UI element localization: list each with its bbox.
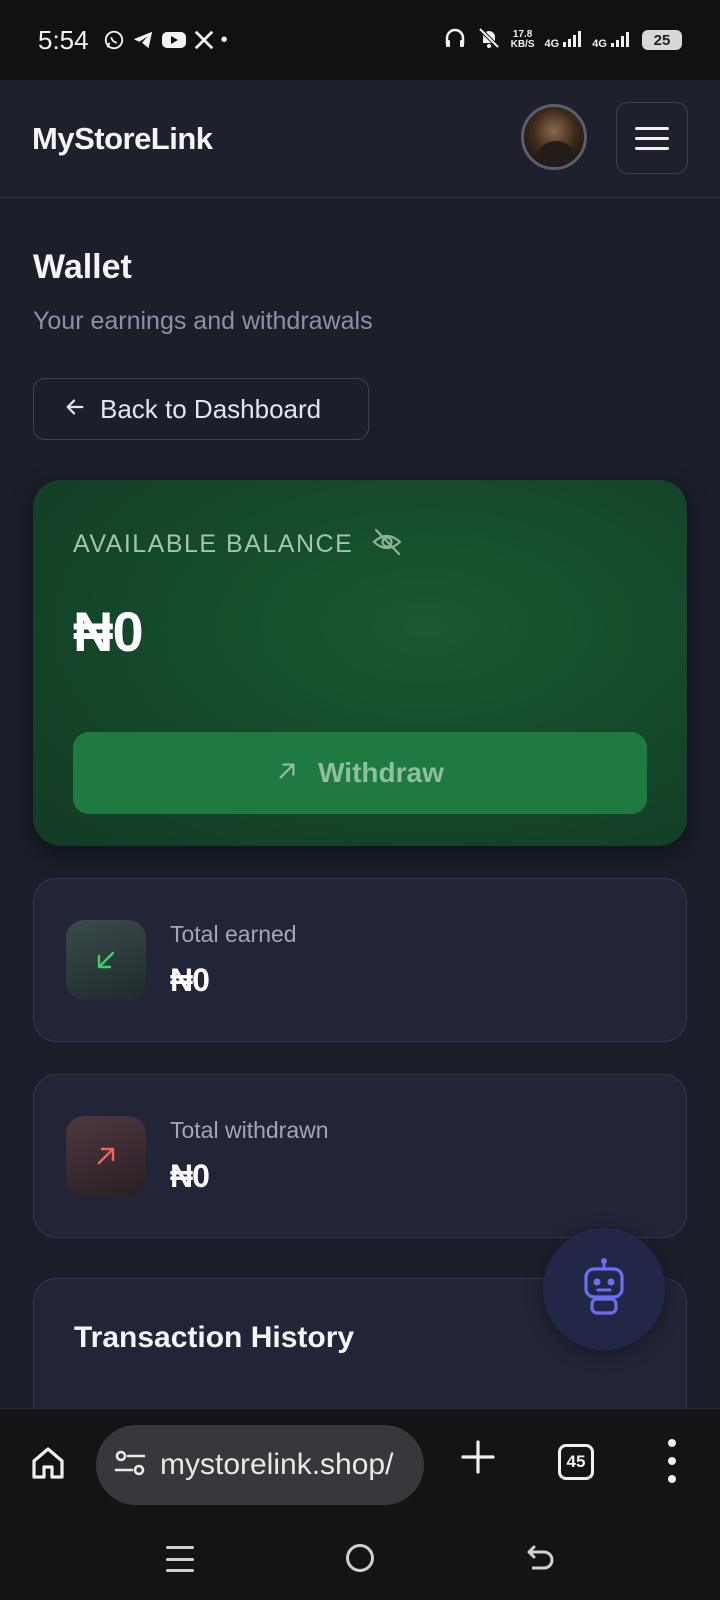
browser-toolbar: mystorelink.shop/ 45: [0, 1408, 720, 1516]
home-icon[interactable]: [28, 1443, 68, 1483]
hamburger-line: [635, 136, 669, 140]
more-dot: [668, 1439, 676, 1447]
assistant-button[interactable]: [543, 1228, 665, 1350]
balance-card: AVAILABLE BALANCE ₦0 Withdraw: [33, 480, 687, 846]
url-text: mystorelink.shop/: [160, 1448, 394, 1481]
status-right: 17.8 KB/S 4G 4G 25: [443, 26, 682, 55]
site-settings-icon[interactable]: [114, 1449, 146, 1482]
app-logo[interactable]: MyStoreLink: [32, 121, 213, 157]
stat-label-withdrawn: Total withdrawn: [170, 1117, 329, 1143]
withdraw-label: Withdraw: [318, 757, 444, 788]
recents-line: [166, 1557, 194, 1561]
stat-text-earned: Total earned ₦0: [170, 921, 297, 999]
menu-button[interactable]: [616, 102, 688, 174]
battery-indicator: 25: [642, 30, 682, 50]
arrow-up-right-icon: [276, 758, 298, 789]
status-time: 5:54: [38, 24, 89, 55]
screen: 5:54 • 17.8 KB/S 4G 4G 25 MyStoreLink Wa…: [0, 0, 720, 1600]
withdraw-button[interactable]: Withdraw: [73, 732, 647, 814]
bell-off-icon: [477, 26, 501, 55]
system-navigation-bar: [0, 1516, 720, 1600]
recents-icon[interactable]: [166, 1546, 194, 1572]
back-button-label: Back to Dashboard: [100, 393, 322, 424]
eye-off-icon[interactable]: [371, 526, 403, 563]
stat-value-withdrawn: ₦0: [170, 1158, 210, 1194]
system-back-icon[interactable]: [522, 1542, 558, 1578]
speed-unit: KB/S: [510, 39, 535, 50]
signal-2-label: 4G: [592, 37, 607, 50]
page-title: Wallet: [33, 248, 132, 286]
recents-line: [166, 1546, 194, 1549]
telegram-icon: [131, 29, 155, 51]
user-avatar[interactable]: [521, 104, 587, 170]
arrow-down-left-icon: [66, 920, 146, 1000]
dot-icon: •: [220, 28, 228, 51]
address-bar[interactable]: mystorelink.shop/: [96, 1425, 424, 1505]
balance-label-row: AVAILABLE BALANCE: [73, 526, 647, 563]
notification-icons: •: [103, 29, 228, 52]
headphones-icon: [443, 26, 467, 55]
balance-label: AVAILABLE BALANCE: [73, 530, 354, 558]
network-speed: 17.8 KB/S: [511, 30, 535, 50]
status-left: 5:54 •: [38, 25, 228, 56]
app-header: MyStoreLink: [0, 80, 720, 198]
hamburger-icon: [635, 126, 669, 130]
x-icon: [193, 29, 215, 51]
youtube-icon: [161, 30, 187, 50]
page-subtitle: Your earnings and withdrawals: [33, 307, 373, 335]
stat-card-withdrawn: Total withdrawn ₦0: [33, 1074, 687, 1238]
balance-amount: ₦0: [73, 600, 144, 663]
arrow-up-right-icon: [66, 1116, 146, 1196]
signal-2: 4G: [592, 31, 632, 50]
robot-icon: [580, 1257, 628, 1322]
plus-icon[interactable]: [458, 1439, 498, 1483]
recents-line: [166, 1569, 194, 1572]
main-content[interactable]: Wallet Your earnings and withdrawals Bac…: [0, 198, 720, 1408]
back-to-dashboard-button[interactable]: Back to Dashboard: [33, 378, 369, 440]
more-dot: [668, 1475, 676, 1483]
whatsapp-icon: [103, 29, 125, 51]
stat-text-withdrawn: Total withdrawn ₦0: [170, 1117, 329, 1195]
arrow-left-icon: [64, 394, 86, 425]
more-icon[interactable]: [664, 1439, 680, 1483]
stat-card-earned: Total earned ₦0: [33, 878, 687, 1042]
stat-value-earned: ₦0: [170, 962, 210, 998]
more-dot: [668, 1457, 676, 1465]
hamburger-line: [635, 146, 669, 150]
stat-label-earned: Total earned: [170, 921, 297, 947]
signal-1: 4G: [544, 30, 583, 50]
system-home-icon[interactable]: [346, 1544, 374, 1572]
status-bar: 5:54 • 17.8 KB/S 4G 4G 25: [0, 0, 720, 80]
signal-1-label: 4G: [544, 37, 560, 50]
tab-switcher-button[interactable]: 45: [558, 1444, 594, 1480]
